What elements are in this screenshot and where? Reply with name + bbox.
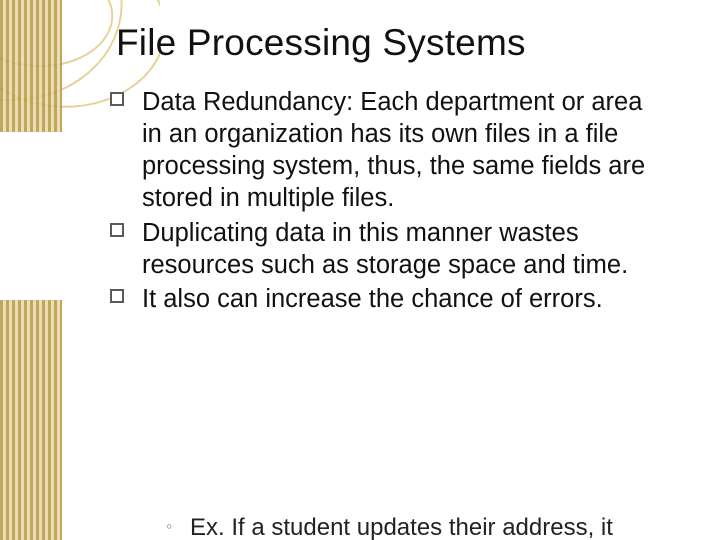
square-bullet-icon	[110, 223, 124, 237]
subbullet-1-text: Ex. If a student updates their address, …	[190, 514, 613, 540]
body-text: Data Redundancy: Each department or area…	[142, 86, 652, 317]
slide-title: File Processing Systems	[116, 22, 526, 64]
square-bullet-icon	[110, 92, 124, 106]
bullet-2-text: Duplicating data in this manner wastes r…	[142, 219, 628, 279]
slide: File Processing Systems Data Redundancy:…	[0, 0, 720, 540]
left-strip-bottom	[0, 300, 62, 540]
bullet-3: It also can increase the chance of error…	[142, 283, 652, 315]
bullet-1: Data Redundancy: Each department or area…	[142, 86, 652, 215]
bullet-3-text: It also can increase the chance of error…	[142, 285, 603, 313]
left-strip-top	[0, 0, 62, 132]
bullet-2: Duplicating data in this manner wastes r…	[142, 217, 652, 281]
circle-bullet-icon: ◦	[166, 516, 172, 538]
square-bullet-icon	[110, 289, 124, 303]
subbullet-1: ◦ Ex. If a student updates their address…	[190, 514, 670, 540]
bullet-1-text: Data Redundancy: Each department or area…	[142, 88, 645, 212]
